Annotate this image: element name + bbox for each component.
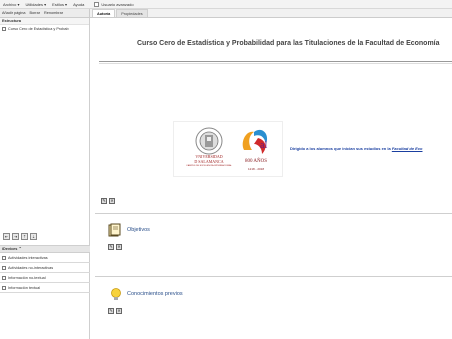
advanced-user-label: Usuario avanzado (101, 1, 134, 7)
section-title: Conocimientos previos (127, 291, 183, 297)
delete-icon[interactable]: ✕ (116, 308, 122, 314)
section-conocimientos: Conocimientos previos ✎ ✕ (95, 276, 452, 336)
structure-heading: Estructura (0, 18, 89, 25)
delete-icon[interactable]: ✕ (116, 244, 122, 250)
expand-icon (2, 265, 6, 270)
idevice-category-label: Actividades no-interactivas (8, 265, 54, 270)
idevice-actions: ✎ ✕ (101, 198, 115, 204)
faculty-link[interactable]: Facultad de Eco (392, 146, 423, 151)
demote-button[interactable]: ⇥ (12, 233, 19, 240)
authoring-area: Curso Cero de Estadística y Probabilidad… (91, 18, 452, 339)
menu-ayuda[interactable]: Ayuda (73, 2, 84, 7)
tab-propiedades[interactable]: Propiedades (116, 9, 148, 17)
svg-text:al: al (260, 140, 267, 151)
page-icon (2, 26, 6, 31)
move-down-button[interactable]: ⇣ (30, 233, 37, 240)
tree-nav-buttons: ⇤ ⇥ ⇡ ⇣ (3, 233, 37, 240)
anniversary-logo-icon: al (242, 129, 267, 154)
edit-icon[interactable]: ✎ (108, 244, 114, 250)
menu-utilidades[interactable]: Utilidades ▾ (25, 2, 46, 7)
title-divider-shadow (99, 63, 452, 64)
move-up-button[interactable]: ⇡ (21, 233, 28, 240)
delete-button[interactable]: Borrar (29, 11, 40, 15)
edit-icon[interactable]: ✎ (108, 308, 114, 314)
university-subtitle: CAMPUS DE EXCELENCIA INTERNACIONAL (186, 165, 232, 167)
edit-icon[interactable]: ✎ (101, 198, 107, 204)
idevice-category[interactable]: Actividades no-interactivas (0, 263, 90, 273)
tree-toolbar: Añadir página Borrar Renombrar (0, 9, 90, 18)
tab-autoria[interactable]: Autoría (92, 9, 116, 17)
tree-item-label: Curso Cero de Estadística y Probab (8, 26, 69, 31)
idevice-actions: ✎ ✕ (108, 308, 122, 314)
book-icon (108, 223, 121, 237)
delete-icon[interactable]: ✕ (109, 198, 115, 204)
idevice-category[interactable]: Actividades interactivas (0, 253, 90, 263)
lightbulb-icon (111, 288, 121, 300)
expand-icon (2, 275, 6, 280)
idevices-heading[interactable]: iDevices ⌃ (0, 245, 90, 253)
university-seal-icon (195, 127, 223, 155)
logos-image: VNIVERSIDAD D SALAMANCA CAMPUS DE EXCELE… (173, 121, 283, 177)
idevice-category[interactable]: Información textual (0, 283, 90, 293)
menu-archivo[interactable]: Archivo ▾ (3, 2, 19, 7)
rename-button[interactable]: Renombrar (44, 11, 63, 15)
idevice-category-label: Información textual (8, 285, 41, 290)
intro-text-body: Dirigido a los alumnos que inician sus e… (290, 146, 392, 151)
title-divider (99, 61, 452, 62)
section-title: Objetivos (127, 227, 150, 233)
university-name: VNIVERSIDAD D SALAMANCA (189, 154, 229, 164)
advanced-user-checkbox[interactable] (94, 1, 100, 7)
intro-text: Dirigido a los alumnos que inician sus e… (290, 146, 423, 151)
promote-button[interactable]: ⇤ (3, 233, 10, 240)
idevice-actions: ✎ ✕ (108, 244, 122, 250)
anniversary-text: 800 AÑOS (244, 159, 268, 164)
expand-icon (2, 255, 6, 260)
tree-item-course[interactable]: Curso Cero de Estadística y Probab (0, 25, 89, 32)
expand-icon (2, 285, 6, 290)
idevice-category[interactable]: Información no-textual (0, 273, 90, 283)
section-objetivos: Objetivos ✎ ✕ (95, 213, 452, 268)
course-title: Curso Cero de Estadística y Probabilidad… (137, 40, 440, 47)
idevice-category-label: Información no-textual (8, 275, 46, 280)
toolbar-row: Añadir página Borrar Renombrar Autoría P… (0, 9, 452, 18)
menu-bar: Archivo ▾ Utilidades ▾ Estilos ▾ Ayuda U… (0, 0, 452, 9)
idevices-list: Actividades interactivas Actividades no-… (0, 253, 90, 293)
editor-tabs: Autoría Propiedades (90, 9, 452, 18)
anniversary-years: 1218 - 2018 (247, 167, 264, 171)
university-line2: D SALAMANCA (194, 159, 224, 164)
menu-estilos[interactable]: Estilos ▾ (52, 2, 67, 7)
add-page-button[interactable]: Añadir página (2, 11, 25, 15)
idevice-category-label: Actividades interactivas (8, 255, 48, 260)
advanced-user-toggle[interactable]: Usuario avanzado (94, 1, 134, 7)
